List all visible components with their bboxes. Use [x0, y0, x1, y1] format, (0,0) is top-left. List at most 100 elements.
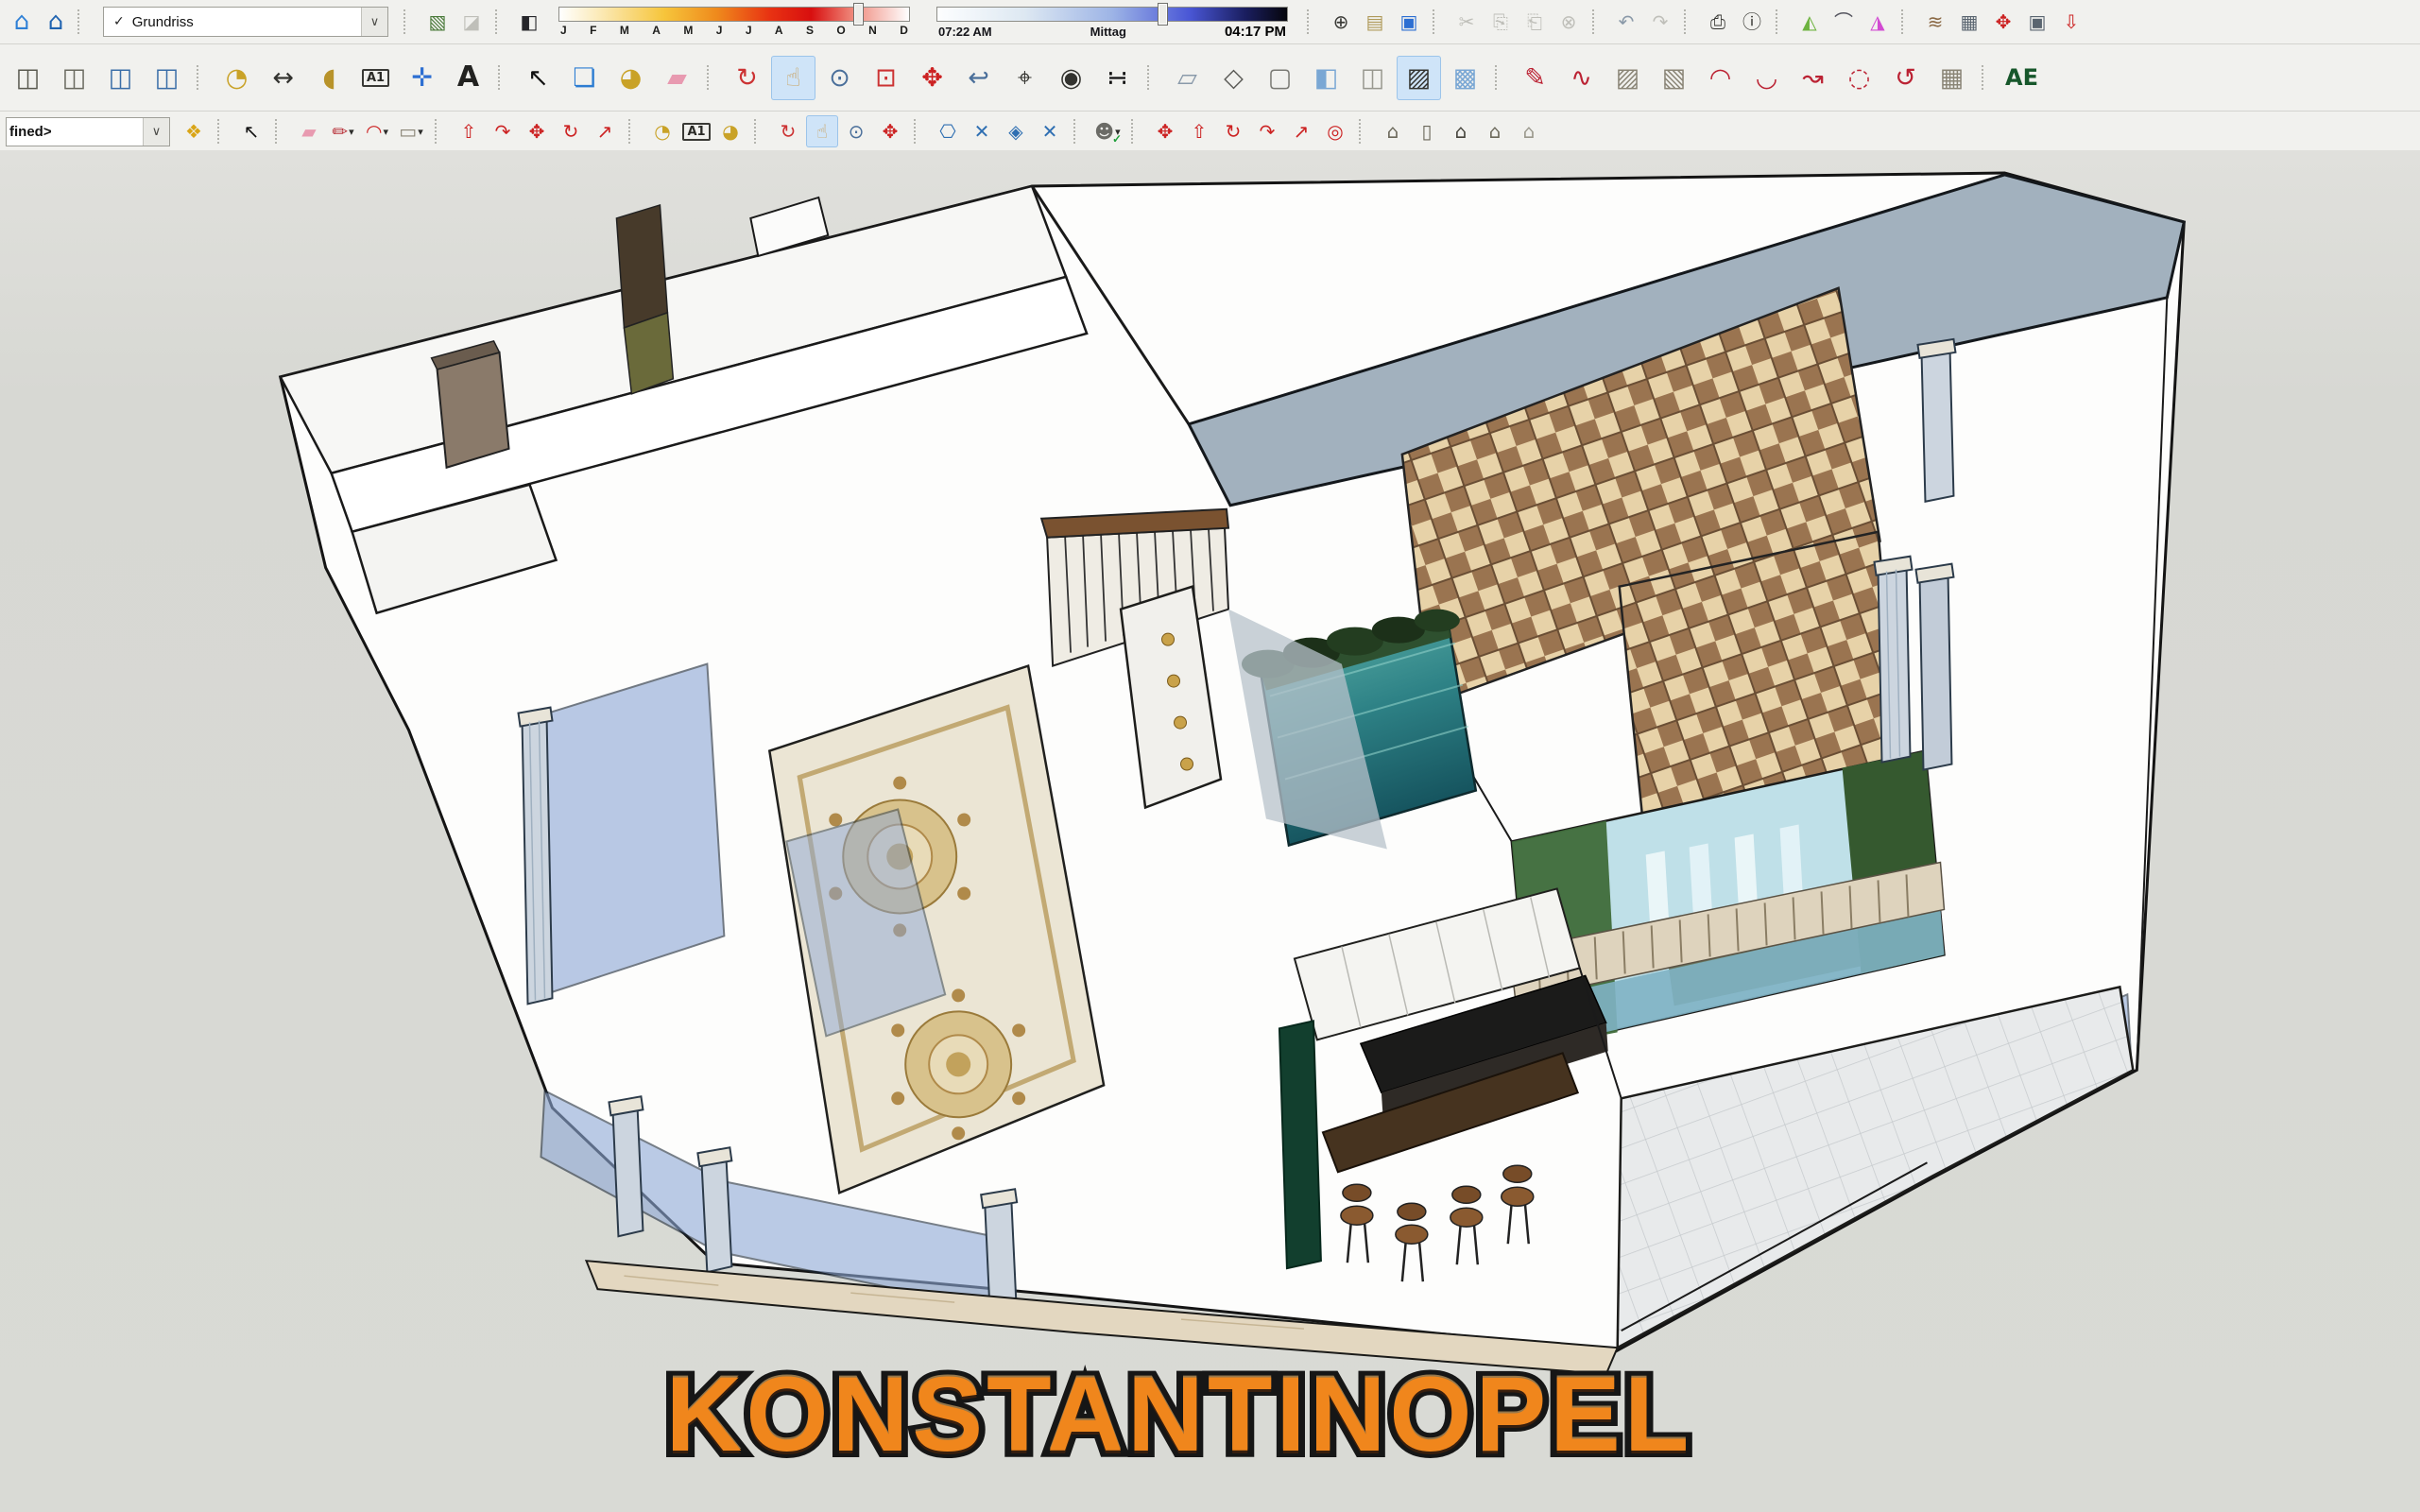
- dimension-tool[interactable]: ↔: [261, 56, 305, 100]
- account-button[interactable]: ☻✓▾: [1091, 115, 1124, 147]
- add-location-button[interactable]: ▧: [421, 6, 454, 38]
- tag-filter-dropdown[interactable]: fined> ∨: [6, 117, 170, 146]
- time-slider-track[interactable]: [936, 7, 1288, 22]
- sandbox-from-contours-button[interactable]: ≋: [1919, 6, 1951, 38]
- new-file-button[interactable]: ⊕: [1325, 6, 1357, 38]
- style-wireframe-button[interactable]: ◇: [1211, 56, 1256, 100]
- trimble-layers-button[interactable]: ◈: [1000, 115, 1032, 147]
- save-button[interactable]: ▣: [1393, 6, 1425, 38]
- sandbox-from-scratch-button[interactable]: ▦: [1953, 6, 1985, 38]
- zoom-extents-button-2[interactable]: ✥: [874, 115, 906, 147]
- position-camera-tool[interactable]: ⌖: [1003, 56, 1047, 100]
- zoom-window-tool[interactable]: ⊡: [864, 56, 908, 100]
- scene-view-button-2[interactable]: ⌂: [40, 6, 72, 38]
- date-slider-handle[interactable]: [853, 3, 864, 26]
- orbit-tool[interactable]: ↻: [725, 56, 769, 100]
- shadow-time-slider[interactable]: 07:22 AM Mittag 04:17 PM: [936, 2, 1288, 42]
- select-tool-2[interactable]: ↖: [235, 115, 267, 147]
- advanced-camera-button-4[interactable]: ◫: [145, 56, 189, 100]
- bezier-patch-tool-1[interactable]: ▨: [1605, 56, 1650, 100]
- line-tool[interactable]: ✏▾: [327, 115, 359, 147]
- 3d-text-tool[interactable]: A: [446, 56, 490, 100]
- bezier-segment-tool[interactable]: ↝: [1791, 56, 1835, 100]
- style-shaded-button[interactable]: ◧: [1304, 56, 1348, 100]
- zoom-tool-2[interactable]: ⊙: [840, 115, 872, 147]
- chevron-down-icon[interactable]: ∨: [361, 8, 387, 36]
- trimble-sync-button[interactable]: ✕: [966, 115, 998, 147]
- zoom-previous-button[interactable]: ↩: [956, 56, 1001, 100]
- undo-button[interactable]: ↶: [1610, 6, 1642, 38]
- walk-tool[interactable]: ∺: [1095, 56, 1140, 100]
- chevron-down-icon[interactable]: ∨: [143, 118, 169, 146]
- move-tool[interactable]: ✥: [521, 115, 553, 147]
- pan-tool-2[interactable]: ☝: [806, 115, 838, 147]
- make-component-button[interactable]: ❏: [562, 56, 607, 100]
- artisan-extensions-button[interactable]: AE: [2000, 56, 2044, 100]
- orbit-tool-2[interactable]: ↻: [772, 115, 804, 147]
- look-around-tool[interactable]: ◉: [1049, 56, 1093, 100]
- text-tool[interactable]: A1: [353, 56, 398, 100]
- offset-tool[interactable]: ◎: [1319, 115, 1351, 147]
- sandbox-stamp-button[interactable]: ▣: [2021, 6, 2053, 38]
- trimble-publish-button[interactable]: ✕: [1034, 115, 1066, 147]
- display-section-cuts-button[interactable]: ⌒: [1828, 6, 1860, 38]
- bezier-arc-lower-tool[interactable]: ◡: [1744, 56, 1789, 100]
- bezier-edit-tool[interactable]: ↺: [1883, 56, 1928, 100]
- section-fill-button[interactable]: ◮: [1862, 6, 1894, 38]
- bezier-mesh-tool[interactable]: ▦: [1930, 56, 1974, 100]
- eraser-tool-2[interactable]: ▰: [293, 115, 325, 147]
- scene-view-button-1[interactable]: ⌂: [6, 6, 38, 38]
- instant-column-button[interactable]: ▯: [1411, 115, 1443, 147]
- open-file-button[interactable]: ▤: [1359, 6, 1391, 38]
- scene-style-dropdown[interactable]: ✓ Grundriss ∨: [103, 7, 388, 37]
- tape-measure-tool-2[interactable]: ◔: [646, 115, 678, 147]
- shadow-date-slider[interactable]: JFMAMJJASOND: [558, 2, 910, 42]
- follow-me-tool[interactable]: ↷: [487, 115, 519, 147]
- bezier-patch-tool-2[interactable]: ▧: [1652, 56, 1696, 100]
- paint-bucket-tool-2[interactable]: ◕: [714, 115, 747, 147]
- follow-me-tool-2[interactable]: ↷: [1251, 115, 1283, 147]
- instant-house-button[interactable]: ⌂: [1445, 115, 1477, 147]
- rotate-tool-2[interactable]: ↻: [1217, 115, 1249, 147]
- pan-tool[interactable]: ☝: [771, 56, 815, 100]
- tape-measure-tool[interactable]: ◔: [215, 56, 259, 100]
- bezier-arc-upper-tool[interactable]: ◠: [1698, 56, 1742, 100]
- zoom-extents-button[interactable]: ✥: [910, 56, 954, 100]
- style-x-ray-button[interactable]: ▱: [1165, 56, 1210, 100]
- instant-wall-button[interactable]: ⌂: [1513, 115, 1545, 147]
- advanced-camera-button-2[interactable]: ◫: [52, 56, 96, 100]
- viewport-canvas[interactable]: KONSTANTINOPEL KONSTANTINOPEL: [0, 150, 2420, 1512]
- tags-button[interactable]: ❖: [178, 115, 210, 147]
- scale-tool-2[interactable]: ↗: [1285, 115, 1317, 147]
- sandbox-drape-button[interactable]: ⇩: [2055, 6, 2087, 38]
- rectangle-tool[interactable]: ▭▾: [395, 115, 427, 147]
- model-info-button[interactable]: ⓘ: [1736, 6, 1768, 38]
- time-slider-handle[interactable]: [1158, 3, 1168, 26]
- instant-shed-button[interactable]: ⌂: [1479, 115, 1511, 147]
- axes-tool[interactable]: ✛: [400, 56, 444, 100]
- push-pull-tool[interactable]: ⇧: [453, 115, 485, 147]
- rotate-tool[interactable]: ↻: [555, 115, 587, 147]
- scale-tool[interactable]: ↗: [589, 115, 621, 147]
- style-back-edges-button[interactable]: ▨: [1397, 56, 1441, 100]
- push-pull-tool-2[interactable]: ⇧: [1183, 115, 1215, 147]
- trimble-connect-button[interactable]: ⎔: [932, 115, 964, 147]
- section-plane-button[interactable]: ◭: [1794, 6, 1826, 38]
- instant-roof-button[interactable]: ⌂: [1377, 115, 1409, 147]
- style-hidden-line-button[interactable]: ▢: [1258, 56, 1302, 100]
- arc-tool[interactable]: ◠▾: [361, 115, 393, 147]
- sandbox-smoove-button[interactable]: ✥: [1987, 6, 2019, 38]
- protractor-tool[interactable]: ◖: [307, 56, 352, 100]
- text-tool-2[interactable]: A1: [680, 115, 712, 147]
- style-shaded-with-textures-button[interactable]: ▩: [1443, 56, 1487, 100]
- style-monochrome-button[interactable]: ◫: [1350, 56, 1395, 100]
- bezier-spline-tool[interactable]: ∿: [1559, 56, 1604, 100]
- select-tool[interactable]: ↖: [516, 56, 560, 100]
- print-button[interactable]: ⎙: [1702, 6, 1734, 38]
- bezier-pencil-tool[interactable]: ✎: [1513, 56, 1557, 100]
- eraser-tool[interactable]: ▰: [655, 56, 699, 100]
- zoom-tool[interactable]: ⊙: [817, 56, 862, 100]
- paint-bucket-tool[interactable]: ◕: [609, 56, 653, 100]
- advanced-camera-button-1[interactable]: ◫: [6, 56, 50, 100]
- move-tool-2[interactable]: ✥: [1149, 115, 1181, 147]
